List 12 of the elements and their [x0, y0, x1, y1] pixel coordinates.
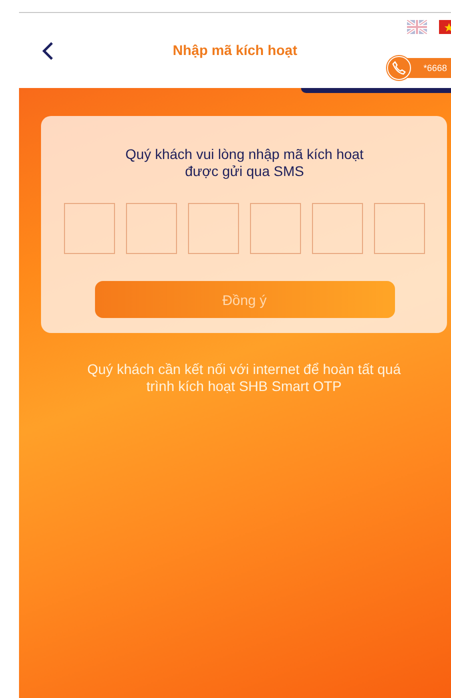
code-input-field[interactable] [188, 203, 239, 254]
code-input-field[interactable] [312, 203, 363, 254]
code-input-field[interactable] [64, 203, 115, 254]
hotline-button[interactable]: *6668 [387, 58, 451, 78]
internet-notice: Quý khách cần kết nối với internet để hoàn tất quá trình kích hoạt SHB Smart OTP [86, 361, 402, 395]
phone-icon [387, 56, 412, 80]
code-input-field[interactable] [250, 203, 301, 254]
uk-flag-icon[interactable] [407, 20, 427, 34]
code-input-field[interactable] [374, 203, 425, 254]
screen-title: Nhập mã kích hoạt [172, 42, 298, 58]
code-input-field[interactable] [126, 203, 177, 254]
instruction-text: Quý khách vui lòng nhập mã kích hoạt được gửi qua SMS [125, 146, 364, 180]
